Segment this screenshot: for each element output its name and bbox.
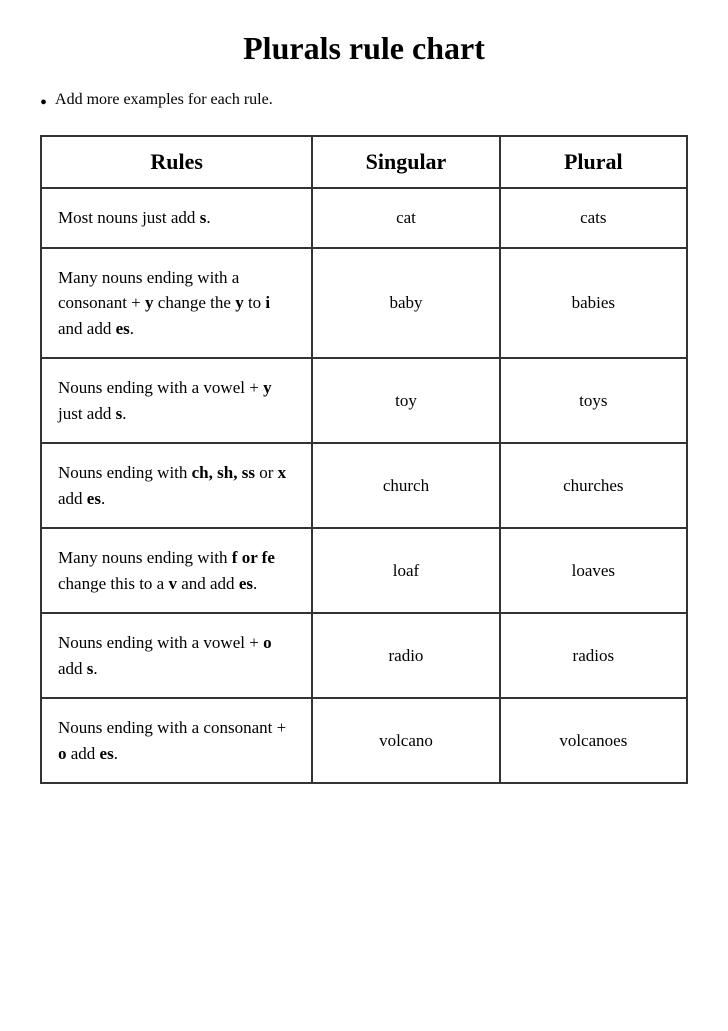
table-row: Many nouns ending with f or fe change th…	[41, 528, 687, 613]
singular-cell: loaf	[312, 528, 499, 613]
singular-cell: volcano	[312, 698, 499, 783]
page-title: Plurals rule chart	[40, 30, 688, 67]
singular-cell: cat	[312, 188, 499, 248]
plural-cell: radios	[500, 613, 687, 698]
table-row: Nouns ending with a consonant + o add es…	[41, 698, 687, 783]
header-singular: Singular	[312, 136, 499, 188]
plural-cell: toys	[500, 358, 687, 443]
rule-cell: Nouns ending with a consonant + o add es…	[41, 698, 312, 783]
table-row: Nouns ending with a vowel + o add s.radi…	[41, 613, 687, 698]
singular-cell: baby	[312, 248, 499, 359]
rule-cell: Many nouns ending with a consonant + y c…	[41, 248, 312, 359]
plural-cell: cats	[500, 188, 687, 248]
table-row: Nouns ending with a vowel + y just add s…	[41, 358, 687, 443]
bullet-icon: •	[40, 91, 47, 115]
plural-cell: volcanoes	[500, 698, 687, 783]
plural-cell: churches	[500, 443, 687, 528]
singular-cell: toy	[312, 358, 499, 443]
table-row: Many nouns ending with a consonant + y c…	[41, 248, 687, 359]
plural-cell: loaves	[500, 528, 687, 613]
singular-cell: church	[312, 443, 499, 528]
header-rules: Rules	[41, 136, 312, 188]
rule-cell: Most nouns just add s.	[41, 188, 312, 248]
rule-cell: Nouns ending with a vowel + o add s.	[41, 613, 312, 698]
instruction-label: Add more examples for each rule.	[55, 91, 273, 109]
rule-cell: Nouns ending with ch, sh, ss or x add es…	[41, 443, 312, 528]
table-header-row: Rules Singular Plural	[41, 136, 687, 188]
rule-cell: Many nouns ending with f or fe change th…	[41, 528, 312, 613]
plural-cell: babies	[500, 248, 687, 359]
rule-cell: Nouns ending with a vowel + y just add s…	[41, 358, 312, 443]
singular-cell: radio	[312, 613, 499, 698]
table-row: Most nouns just add s.catcats	[41, 188, 687, 248]
header-plural: Plural	[500, 136, 687, 188]
table-row: Nouns ending with ch, sh, ss or x add es…	[41, 443, 687, 528]
plurals-table: Rules Singular Plural Most nouns just ad…	[40, 135, 688, 784]
instruction-text: • Add more examples for each rule.	[40, 91, 688, 115]
